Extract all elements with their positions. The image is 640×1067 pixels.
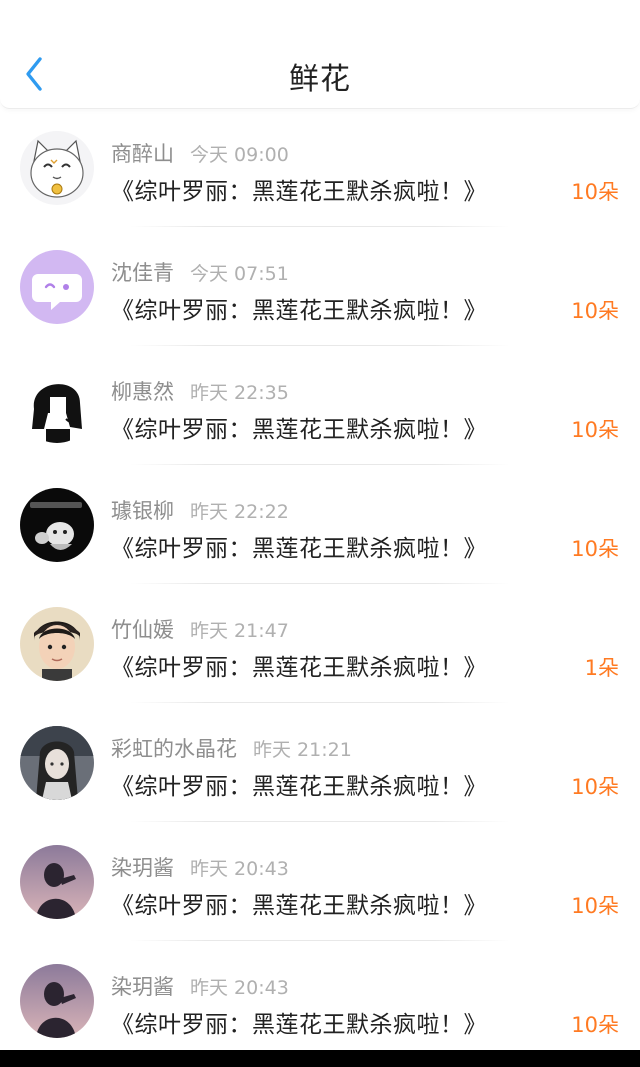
sender-name: 商醉山 今天 09:00 xyxy=(111,138,289,168)
page-title: 鲜花 xyxy=(289,62,351,97)
avatar[interactable] xyxy=(20,250,94,324)
sender-name-text: 璩银柳 xyxy=(111,499,174,523)
flower-count: 1朵 xyxy=(584,656,619,680)
list-item[interactable]: 商醉山 今天 09:00 《综叶罗丽：黑莲花王默杀疯啦！》 10朵 xyxy=(0,108,640,227)
list-item[interactable]: 竹仙媛 昨天 21:47 《综叶罗丽：黑莲花王默杀疯啦！》 1朵 xyxy=(0,584,640,703)
avatar[interactable] xyxy=(20,845,94,919)
send-time: 昨天 22:35 xyxy=(190,382,289,404)
send-time: 昨天 22:22 xyxy=(190,501,289,523)
sender-name: 染玥酱 昨天 20:43 xyxy=(111,971,289,1001)
sender-name-text: 染玥酱 xyxy=(111,856,174,880)
silhouette-avatar-icon xyxy=(20,845,94,919)
book-title[interactable]: 《综叶罗丽：黑莲花王默杀疯啦！》 xyxy=(111,172,487,206)
send-time: 今天 09:00 xyxy=(190,144,289,166)
sender-name: 璩银柳 昨天 22:22 xyxy=(111,495,289,525)
sender-name: 沈佳青 今天 07:51 xyxy=(111,257,289,287)
boy-photo-avatar-icon xyxy=(20,607,94,681)
flower-count: 10朵 xyxy=(571,180,619,204)
list-item[interactable]: 彩虹的水晶花 昨天 21:21 《综叶罗丽：黑莲花王默杀疯啦！》 10朵 xyxy=(0,703,640,822)
list-item[interactable]: 染玥酱 昨天 20:43 《综叶罗丽：黑莲花王默杀疯啦！》 10朵 xyxy=(0,822,640,941)
list-item[interactable]: 璩银柳 昨天 22:22 《综叶罗丽：黑莲花王默杀疯啦！》 10朵 xyxy=(0,465,640,584)
flower-count: 10朵 xyxy=(571,299,619,323)
book-title[interactable]: 《综叶罗丽：黑莲花王默杀疯啦！》 xyxy=(111,410,487,444)
send-time: 昨天 20:43 xyxy=(190,977,289,999)
book-title[interactable]: 《综叶罗丽：黑莲花王默杀疯啦！》 xyxy=(111,886,487,920)
book-title[interactable]: 《综叶罗丽：黑莲花王默杀疯啦！》 xyxy=(111,767,487,801)
sender-name-text: 商醉山 xyxy=(111,142,174,166)
sender-name: 柳惠然 昨天 22:35 xyxy=(111,376,289,406)
flower-count: 10朵 xyxy=(571,775,619,799)
sender-name-text: 沈佳青 xyxy=(111,261,174,285)
book-title[interactable]: 《综叶罗丽：黑莲花王默杀疯啦！》 xyxy=(111,291,487,325)
avatar[interactable] xyxy=(20,964,94,1038)
send-time: 今天 07:51 xyxy=(190,263,289,285)
list-item[interactable]: 染玥酱 昨天 20:43 《综叶罗丽：黑莲花王默杀疯啦！》 10朵 xyxy=(0,941,640,1060)
cat-avatar-icon xyxy=(20,131,94,205)
book-title[interactable]: 《综叶罗丽：黑莲花王默杀疯啦！》 xyxy=(111,648,487,682)
header-bar: 鲜花 xyxy=(0,0,640,109)
sender-name: 染玥酱 昨天 20:43 xyxy=(111,852,289,882)
flower-count: 10朵 xyxy=(571,894,619,918)
sender-name-text: 染玥酱 xyxy=(111,975,174,999)
list-item[interactable]: 沈佳青 今天 07:51 《综叶罗丽：黑莲花王默杀疯啦！》 10朵 xyxy=(0,227,640,346)
flower-count: 10朵 xyxy=(571,537,619,561)
send-time: 昨天 21:47 xyxy=(190,620,289,642)
sender-name: 竹仙媛 昨天 21:47 xyxy=(111,614,289,644)
avatar[interactable] xyxy=(20,131,94,205)
sender-name-text: 竹仙媛 xyxy=(111,618,174,642)
avatar[interactable] xyxy=(20,488,94,562)
send-time: 昨天 20:43 xyxy=(190,858,289,880)
send-time: 昨天 21:21 xyxy=(253,739,352,761)
silhouette-avatar-icon xyxy=(20,964,94,1038)
sender-name-text: 彩虹的水晶花 xyxy=(111,737,237,761)
avatar[interactable] xyxy=(20,369,94,443)
dark-cartoon-avatar-icon xyxy=(20,488,94,562)
sender-name: 彩虹的水晶花 昨天 21:21 xyxy=(111,733,352,763)
chat-bubble-avatar-icon xyxy=(20,250,94,324)
bottom-bar xyxy=(0,1050,640,1067)
avatar[interactable] xyxy=(20,726,94,800)
flower-count: 10朵 xyxy=(571,418,619,442)
anime-girl-avatar-icon xyxy=(20,726,94,800)
sender-name-text: 柳惠然 xyxy=(111,380,174,404)
avatar[interactable] xyxy=(20,607,94,681)
flower-list: 商醉山 今天 09:00 《综叶罗丽：黑莲花王默杀疯啦！》 10朵 沈佳青 今天 0… xyxy=(0,108,640,1060)
flower-count: 10朵 xyxy=(571,1013,619,1037)
book-title[interactable]: 《综叶罗丽：黑莲花王默杀疯啦！》 xyxy=(111,1005,487,1039)
list-item[interactable]: 柳惠然 昨天 22:35 《综叶罗丽：黑莲花王默杀疯啦！》 10朵 xyxy=(0,346,640,465)
book-title[interactable]: 《综叶罗丽：黑莲花王默杀疯啦！》 xyxy=(111,529,487,563)
girl-sketch-avatar-icon xyxy=(20,369,94,443)
